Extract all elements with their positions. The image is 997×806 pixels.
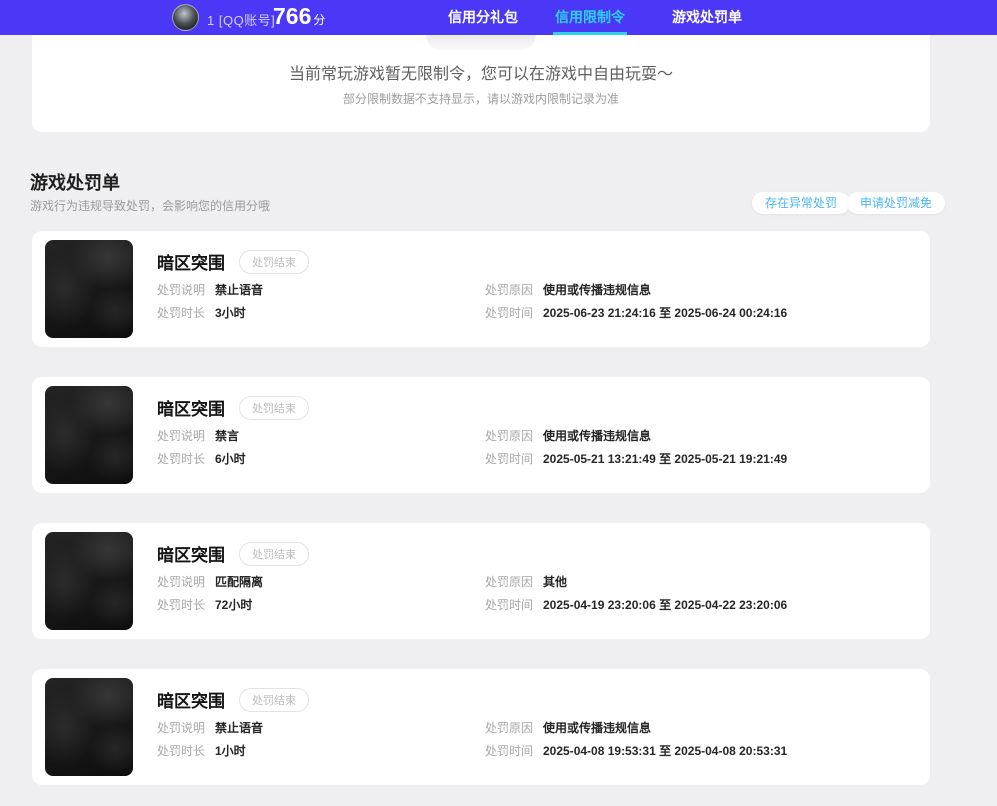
penalty-time-label: 处罚时间 [485, 452, 534, 466]
penalty-desc-label: 处罚说明 [157, 429, 206, 443]
penalty-relief-button[interactable]: 申请处罚减免 [847, 192, 946, 214]
tab-credit-restriction[interactable]: 信用限制令 [550, 0, 630, 35]
penalty-time-label: 处罚时间 [485, 744, 534, 758]
penalty-time-value: 2025-05-21 13:21:49 至 2025-05-21 19:21:4… [543, 452, 788, 466]
game-thumbnail [45, 532, 133, 630]
tab-game-penalty[interactable]: 游戏处罚单 [670, 0, 744, 35]
abnormal-penalty-button[interactable]: 存在异常处罚 [752, 192, 851, 214]
penalty-duration-label: 处罚时长 [157, 306, 206, 320]
penalty-duration-label: 处罚时长 [157, 452, 206, 466]
penalty-reason-label: 处罚原因 [485, 721, 534, 735]
penalty-time-value: 2025-06-23 21:24:16 至 2025-06-24 00:24:1… [543, 306, 788, 320]
notice-sub-text: 部分限制数据不支持显示，请以游戏内限制记录为准 [342, 92, 619, 106]
penalty-duration-value: 3小时 [215, 306, 246, 320]
credit-score-unit: 分 [313, 13, 326, 27]
status-badge: 处罚结束 [239, 395, 309, 420]
penalty-reason-label: 处罚原因 [485, 429, 534, 443]
penalty-desc-label: 处罚说明 [157, 575, 206, 589]
penalty-time-label: 处罚时间 [485, 306, 534, 320]
notice-main-text: 当前常玩游戏暂无限制令，您可以在游戏中自由玩耍～ [288, 66, 673, 83]
tab-credit-gift[interactable]: 信用分礼包 [443, 0, 523, 35]
penalty-card: 暗区突围 处罚结束 处罚说明 禁止语音 处罚原因 使用或传播违规信息 处罚时长 … [32, 669, 930, 785]
penalty-desc-value: 禁言 [215, 429, 240, 443]
page-title: 游戏处罚单 [30, 173, 120, 193]
penalty-duration-value: 6小时 [215, 452, 246, 466]
penalty-reason-label: 处罚原因 [485, 575, 534, 589]
penalty-desc-label: 处罚说明 [157, 283, 206, 297]
penalty-time-value: 2025-04-19 23:20:06 至 2025-04-22 23:20:0… [543, 598, 788, 612]
status-badge: 处罚结束 [239, 541, 309, 566]
penalty-reason-label: 处罚原因 [485, 283, 534, 297]
credit-score: 766 分 [273, 3, 325, 30]
credit-score-value: 766 [273, 3, 312, 29]
penalty-time-label: 处罚时间 [485, 598, 534, 612]
penalty-reason-value: 使用或传播违规信息 [543, 721, 652, 735]
game-thumbnail [45, 386, 133, 484]
page-subtitle: 游戏行为违规导致处罚，会影响您的信用分哦 [30, 199, 271, 213]
penalty-reason-value: 使用或传播违规信息 [543, 283, 652, 297]
penalty-desc-value: 匹配隔离 [215, 575, 264, 589]
penalty-reason-value: 使用或传播违规信息 [543, 429, 652, 443]
penalty-reason-value: 其他 [543, 575, 568, 589]
penalty-duration-value: 1小时 [215, 744, 246, 758]
shield-illustration-bottom [426, 35, 536, 50]
penalty-duration-value: 72小时 [215, 598, 253, 612]
penalty-time-value: 2025-04-08 19:53:31 至 2025-04-08 20:53:3… [543, 744, 788, 758]
penalty-desc-value: 禁止语音 [215, 721, 264, 735]
penalty-duration-label: 处罚时长 [157, 744, 206, 758]
game-title: 暗区突围 [157, 400, 225, 419]
penalty-card: 暗区突围 处罚结束 处罚说明 匹配隔离 处罚原因 其他 处罚时长 72小时 处罚… [32, 523, 930, 639]
user-avatar[interactable] [172, 4, 199, 31]
penalty-card: 暗区突围 处罚结束 处罚说明 禁言 处罚原因 使用或传播违规信息 处罚时长 6小… [32, 377, 930, 493]
restriction-notice-card: 当前常玩游戏暂无限制令，您可以在游戏中自由玩耍～ 部分限制数据不支持显示，请以游… [32, 35, 930, 132]
status-badge: 处罚结束 [239, 249, 309, 274]
game-thumbnail [45, 240, 133, 338]
penalty-card: 暗区突围 处罚结束 处罚说明 禁止语音 处罚原因 使用或传播违规信息 处罚时长 … [32, 231, 930, 347]
account-label: 1 [QQ账号] [207, 13, 276, 28]
status-badge: 处罚结束 [239, 687, 309, 712]
penalty-duration-label: 处罚时长 [157, 598, 206, 612]
game-thumbnail [45, 678, 133, 776]
penalty-desc-label: 处罚说明 [157, 721, 206, 735]
game-title: 暗区突围 [157, 692, 225, 711]
game-title: 暗区突围 [157, 546, 225, 565]
penalty-desc-value: 禁止语音 [215, 283, 264, 297]
game-title: 暗区突围 [157, 254, 225, 273]
top-navigation-bar: 1 [QQ账号] 766 分 信用分礼包 信用限制令 游戏处罚单 [0, 0, 997, 35]
